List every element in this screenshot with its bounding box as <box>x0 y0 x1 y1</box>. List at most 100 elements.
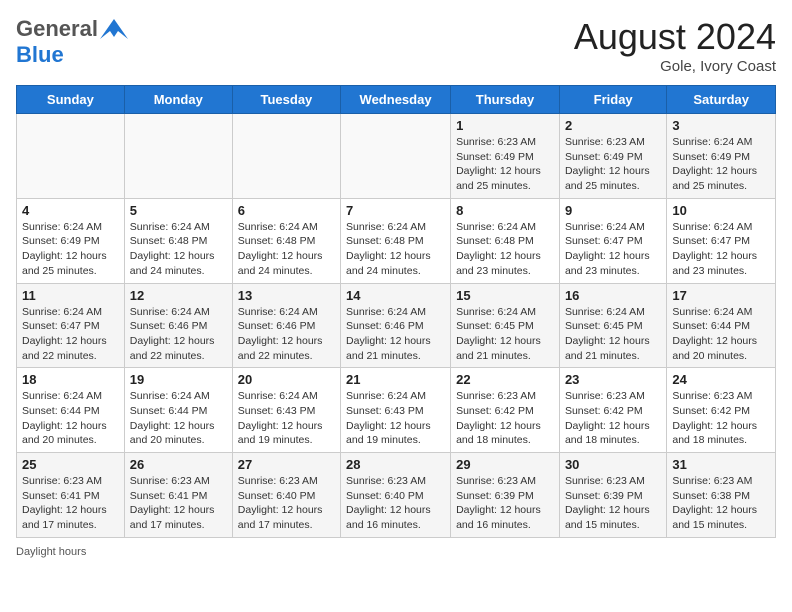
day-info: Sunrise: 6:23 AM Sunset: 6:42 PM Dayligh… <box>672 389 770 448</box>
day-number: 8 <box>456 203 554 218</box>
calendar-cell <box>124 114 232 199</box>
calendar-cell: 3Sunrise: 6:24 AM Sunset: 6:49 PM Daylig… <box>667 114 776 199</box>
day-info: Sunrise: 6:23 AM Sunset: 6:41 PM Dayligh… <box>22 474 119 533</box>
day-info: Sunrise: 6:23 AM Sunset: 6:40 PM Dayligh… <box>238 474 335 533</box>
calendar-cell: 8 Sunrise: 6:24 AM Sunset: 6:48 PM Daylig… <box>451 198 560 283</box>
day-number: 9 <box>565 203 661 218</box>
calendar-cell: 13 Sunrise: 6:24 AM Sunset: 6:46 PM Dayli… <box>232 283 340 368</box>
calendar-cell: 19 Sunrise: 6:24 AM Sunset: 6:44 PM Dayli… <box>124 368 232 453</box>
day-info: Sunrise: 6:24 AM Sunset: 6:43 PM Dayligh… <box>238 389 335 448</box>
day-number: 10 <box>672 203 770 218</box>
day-info: Sunrise: 6:24 AM Sunset: 6:46 PM Dayligh… <box>346 305 445 364</box>
day-number: 28 <box>346 457 445 472</box>
month-year: August 2024 <box>574 16 776 58</box>
day-info: Sunrise: 6:24 AM Sunset: 6:45 PM Dayligh… <box>565 305 661 364</box>
day-info: Sunrise: 6:24 AM Sunset: 6:49 PM Dayligh… <box>672 135 770 194</box>
calendar-cell: 22 Sunrise: 6:23 AM Sunset: 6:42 PM Dayli… <box>451 368 560 453</box>
calendar-week-1: 1 Sunrise: 6:23 AM Sunset: 6:49 PM Daylig… <box>17 114 776 199</box>
days-of-week-row: SundayMondayTuesdayWednesdayThursdayFrid… <box>17 86 776 114</box>
calendar-week-2: 4 Sunrise: 6:24 AM Sunset: 6:49 PM Daylig… <box>17 198 776 283</box>
day-number: 23 <box>565 372 661 387</box>
day-number: 30 <box>565 457 661 472</box>
day-info: Sunrise: 6:24 AM Sunset: 6:46 PM Dayligh… <box>130 305 227 364</box>
calendar-cell: 24 Sunrise: 6:23 AM Sunset: 6:42 PM Dayli… <box>667 368 776 453</box>
calendar-cell: 7Sunrise: 6:24 AM Sunset: 6:48 PM Daylig… <box>341 198 451 283</box>
title-section: August 2024 Gole, Ivory Coast <box>574 16 776 75</box>
day-header-wednesday: Wednesday <box>341 86 451 114</box>
day-header-saturday: Saturday <box>667 86 776 114</box>
day-info: Sunrise: 6:24 AM Sunset: 6:45 PM Dayligh… <box>456 305 554 364</box>
calendar-cell: 2 Sunrise: 6:23 AM Sunset: 6:49 PM Daylig… <box>559 114 666 199</box>
calendar-cell: 14 Sunrise: 6:24 AM Sunset: 6:46 PM Dayli… <box>341 283 451 368</box>
calendar-cell: 28Sunrise: 6:23 AM Sunset: 6:40 PM Dayli… <box>341 453 451 538</box>
day-info: Sunrise: 6:24 AM Sunset: 6:49 PM Dayligh… <box>22 220 119 279</box>
calendar-cell: 26 Sunrise: 6:23 AM Sunset: 6:41 PM Dayli… <box>124 453 232 538</box>
day-number: 21 <box>346 372 445 387</box>
calendar-cell: 25Sunrise: 6:23 AM Sunset: 6:41 PM Dayli… <box>17 453 125 538</box>
day-info: Sunrise: 6:24 AM Sunset: 6:44 PM Dayligh… <box>672 305 770 364</box>
calendar-table: SundayMondayTuesdayWednesdayThursdayFrid… <box>16 85 776 538</box>
day-info: Sunrise: 6:23 AM Sunset: 6:42 PM Dayligh… <box>456 389 554 448</box>
calendar-week-3: 11Sunrise: 6:24 AM Sunset: 6:47 PM Dayli… <box>17 283 776 368</box>
calendar-cell: 20 Sunrise: 6:24 AM Sunset: 6:43 PM Dayli… <box>232 368 340 453</box>
day-info: Sunrise: 6:23 AM Sunset: 6:39 PM Dayligh… <box>456 474 554 533</box>
calendar-cell: 11Sunrise: 6:24 AM Sunset: 6:47 PM Dayli… <box>17 283 125 368</box>
calendar-cell: 12 Sunrise: 6:24 AM Sunset: 6:46 PM Dayli… <box>124 283 232 368</box>
day-number: 19 <box>130 372 227 387</box>
day-info: Sunrise: 6:23 AM Sunset: 6:49 PM Dayligh… <box>565 135 661 194</box>
day-number: 17 <box>672 288 770 303</box>
day-info: Sunrise: 6:24 AM Sunset: 6:47 PM Dayligh… <box>672 220 770 279</box>
day-info: Sunrise: 6:23 AM Sunset: 6:41 PM Dayligh… <box>130 474 227 533</box>
day-number: 5 <box>130 203 227 218</box>
logo-general-text: General <box>16 16 98 42</box>
calendar-week-5: 25Sunrise: 6:23 AM Sunset: 6:41 PM Dayli… <box>17 453 776 538</box>
day-number: 1 <box>456 118 554 133</box>
day-number: 16 <box>565 288 661 303</box>
day-number: 24 <box>672 372 770 387</box>
day-header-friday: Friday <box>559 86 666 114</box>
day-number: 31 <box>672 457 770 472</box>
day-number: 7 <box>346 203 445 218</box>
day-number: 4 <box>22 203 119 218</box>
calendar-cell: 18Sunrise: 6:24 AM Sunset: 6:44 PM Dayli… <box>17 368 125 453</box>
calendar-cell: 23Sunrise: 6:23 AM Sunset: 6:42 PM Dayli… <box>559 368 666 453</box>
day-number: 14 <box>346 288 445 303</box>
calendar-cell: 16 Sunrise: 6:24 AM Sunset: 6:45 PM Dayli… <box>559 283 666 368</box>
day-info: Sunrise: 6:23 AM Sunset: 6:49 PM Dayligh… <box>456 135 554 194</box>
calendar-cell: 30Sunrise: 6:23 AM Sunset: 6:39 PM Dayli… <box>559 453 666 538</box>
day-info: Sunrise: 6:24 AM Sunset: 6:46 PM Dayligh… <box>238 305 335 364</box>
calendar-cell: 4 Sunrise: 6:24 AM Sunset: 6:49 PM Daylig… <box>17 198 125 283</box>
calendar-cell: 31 Sunrise: 6:23 AM Sunset: 6:38 PM Dayli… <box>667 453 776 538</box>
day-header-monday: Monday <box>124 86 232 114</box>
day-number: 26 <box>130 457 227 472</box>
page-header: General Blue August 2024 Gole, Ivory Coa… <box>16 16 776 75</box>
calendar-body: 1 Sunrise: 6:23 AM Sunset: 6:49 PM Daylig… <box>17 114 776 538</box>
day-number: 22 <box>456 372 554 387</box>
day-info: Sunrise: 6:24 AM Sunset: 6:43 PM Dayligh… <box>346 389 445 448</box>
calendar-cell <box>341 114 451 199</box>
calendar-cell <box>17 114 125 199</box>
day-header-thursday: Thursday <box>451 86 560 114</box>
footer: Daylight hours <box>16 546 776 558</box>
day-info: Sunrise: 6:24 AM Sunset: 6:47 PM Dayligh… <box>565 220 661 279</box>
day-info: Sunrise: 6:24 AM Sunset: 6:48 PM Dayligh… <box>456 220 554 279</box>
daylight-hours-label: Daylight hours <box>16 546 86 558</box>
calendar-week-4: 18Sunrise: 6:24 AM Sunset: 6:44 PM Dayli… <box>17 368 776 453</box>
day-info: Sunrise: 6:24 AM Sunset: 6:44 PM Dayligh… <box>22 389 119 448</box>
day-number: 20 <box>238 372 335 387</box>
logo-bird-icon <box>100 19 128 39</box>
calendar-cell: 15Sunrise: 6:24 AM Sunset: 6:45 PM Dayli… <box>451 283 560 368</box>
calendar-cell: 9 Sunrise: 6:24 AM Sunset: 6:47 PM Daylig… <box>559 198 666 283</box>
day-info: Sunrise: 6:24 AM Sunset: 6:47 PM Dayligh… <box>22 305 119 364</box>
day-info: Sunrise: 6:24 AM Sunset: 6:48 PM Dayligh… <box>238 220 335 279</box>
day-info: Sunrise: 6:24 AM Sunset: 6:44 PM Dayligh… <box>130 389 227 448</box>
day-number: 2 <box>565 118 661 133</box>
calendar-cell: 29 Sunrise: 6:23 AM Sunset: 6:39 PM Dayli… <box>451 453 560 538</box>
calendar-cell: 10 Sunrise: 6:24 AM Sunset: 6:47 PM Dayli… <box>667 198 776 283</box>
calendar-cell: 1 Sunrise: 6:23 AM Sunset: 6:49 PM Daylig… <box>451 114 560 199</box>
day-info: Sunrise: 6:23 AM Sunset: 6:38 PM Dayligh… <box>672 474 770 533</box>
day-number: 13 <box>238 288 335 303</box>
calendar-cell: 27Sunrise: 6:23 AM Sunset: 6:40 PM Dayli… <box>232 453 340 538</box>
day-number: 29 <box>456 457 554 472</box>
day-number: 12 <box>130 288 227 303</box>
